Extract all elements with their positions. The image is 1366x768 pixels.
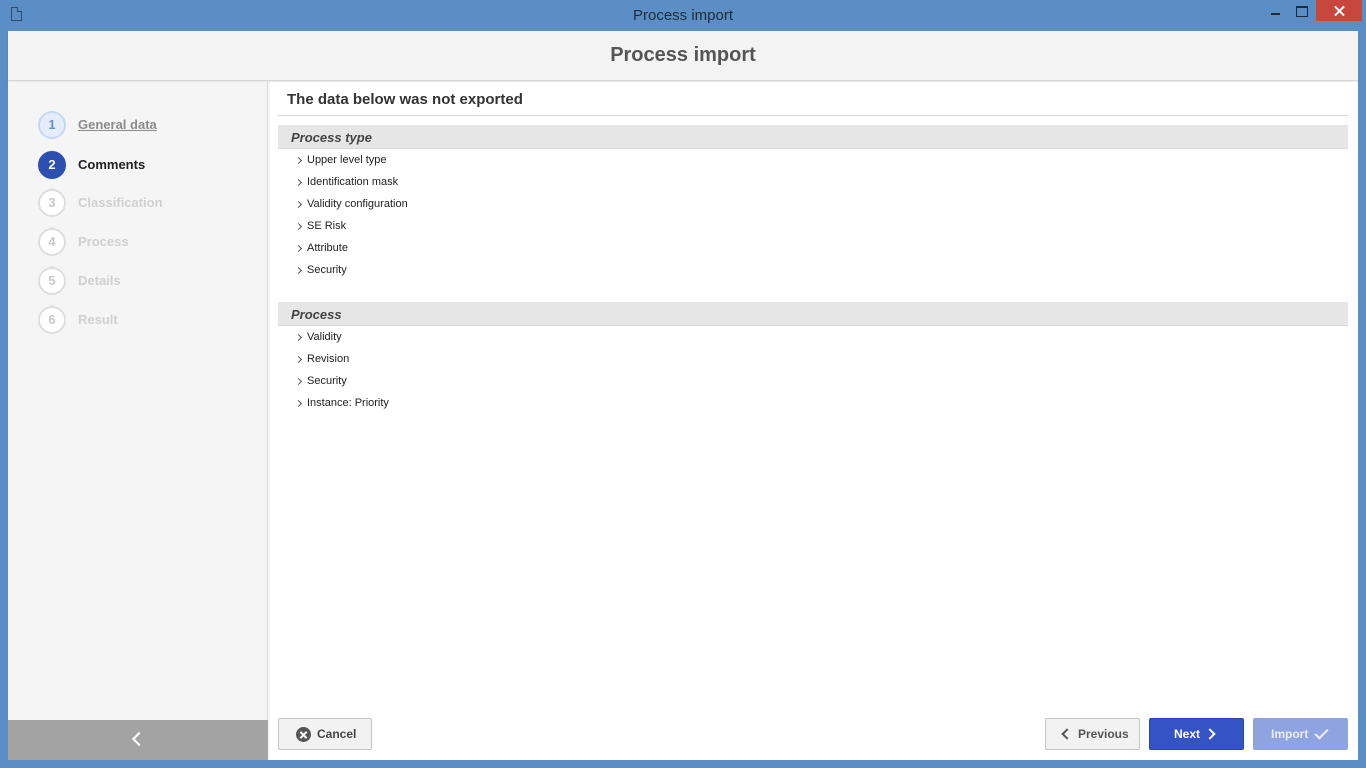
chevron-right-icon[interactable]	[294, 377, 303, 386]
collapse-sidebar-button[interactable]	[8, 720, 268, 760]
step-label: Details	[78, 273, 121, 288]
chevron-right-icon[interactable]	[294, 399, 303, 408]
window-titlebar: Process import	[0, 0, 1366, 31]
group-header-process: Process	[278, 302, 1348, 326]
main-panel: The data below was not exported Process …	[270, 82, 1358, 760]
chevron-right-icon[interactable]	[294, 355, 303, 364]
step-label: Classification	[78, 195, 163, 210]
step-number: 5	[38, 267, 66, 295]
cancel-icon	[296, 727, 311, 742]
section-heading: The data below was not exported	[287, 91, 523, 108]
previous-button[interactable]: Previous	[1045, 718, 1140, 750]
chevron-right-icon[interactable]	[294, 178, 303, 187]
window-title: Process import	[632, 7, 734, 24]
group-header-process-type: Process type	[278, 125, 1348, 149]
checkmark-icon	[1314, 725, 1329, 740]
maximize-icon[interactable]	[1288, 0, 1314, 21]
chevron-right-icon[interactable]	[294, 244, 303, 253]
step-classification: 3 Classification	[38, 189, 258, 217]
step-number: 4	[38, 228, 66, 256]
step-number: 1	[38, 111, 66, 139]
chevron-left-icon	[131, 731, 147, 747]
step-number: 2	[38, 151, 66, 179]
step-label: Comments	[78, 157, 146, 172]
wizard-sidebar: 1 General data 2 Comments 3 Classificati…	[8, 82, 268, 760]
step-general-data[interactable]: 1 General data	[38, 111, 258, 139]
step-result: 6 Result	[38, 306, 258, 334]
chevron-right-icon[interactable]	[294, 333, 303, 342]
chevron-right-icon[interactable]	[294, 200, 303, 209]
chevron-right-icon[interactable]	[294, 156, 303, 165]
chevron-left-icon	[1061, 728, 1073, 740]
import-button[interactable]: Import	[1253, 718, 1348, 750]
step-number: 3	[38, 189, 66, 217]
step-label: Result	[78, 312, 118, 327]
minimize-icon[interactable]	[1262, 0, 1288, 21]
step-details: 5 Details	[38, 267, 258, 295]
step-number: 6	[38, 306, 66, 334]
group-title: Process	[291, 307, 342, 322]
close-icon[interactable]	[1316, 0, 1362, 21]
group-title: Process type	[291, 130, 372, 145]
chevron-right-icon[interactable]	[294, 222, 303, 231]
step-comments[interactable]: 2 Comments	[38, 151, 258, 179]
page-header: Process import	[8, 31, 1358, 81]
window-client: Process import 1 General data 2 Comments…	[8, 31, 1358, 760]
cancel-button[interactable]: Cancel	[278, 718, 372, 750]
chevron-right-icon	[1204, 728, 1216, 740]
step-process: 4 Process	[38, 228, 258, 256]
page-title: Process import	[610, 44, 756, 66]
next-button[interactable]: Next	[1149, 718, 1244, 750]
step-label[interactable]: General data	[78, 117, 157, 132]
chevron-right-icon[interactable]	[294, 266, 303, 275]
divider	[278, 115, 1348, 116]
step-label: Process	[78, 234, 129, 249]
